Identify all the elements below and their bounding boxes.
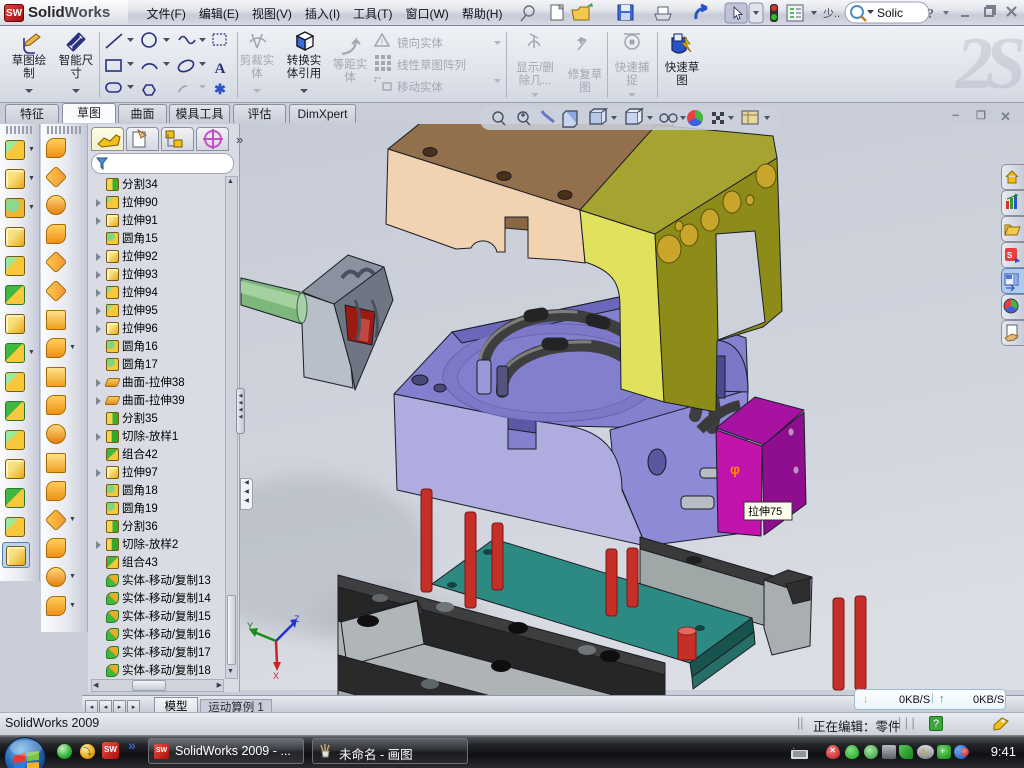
svg-text:转换实: 转换实 (287, 53, 322, 67)
svg-text:+: + (578, 36, 584, 47)
svg-text:S: S (1007, 251, 1013, 260)
svg-text:智能尺: 智能尺 (59, 53, 94, 67)
svg-text:!: ! (381, 37, 384, 47)
svg-text:体: 体 (251, 66, 263, 80)
svg-text:X: X (273, 671, 279, 681)
svg-text:Y: Y (247, 621, 253, 631)
svg-text:移动实体: 移动实体 (397, 80, 443, 94)
svg-text:剪裁实: 剪裁实 (240, 53, 275, 67)
svg-text:A: A (215, 61, 226, 77)
svg-text:除几...: 除几... (519, 73, 552, 87)
svg-text:图: 图 (579, 81, 591, 94)
svg-text:等距实: 等距实 (333, 57, 368, 71)
svg-text:少..: 少.. (823, 7, 840, 20)
svg-text:Solic: Solic (877, 6, 903, 20)
svg-text:体引用: 体引用 (287, 66, 322, 80)
svg-text:快速草: 快速草 (665, 61, 700, 74)
svg-text:制: 制 (23, 67, 35, 80)
svg-text:线性草图阵列: 线性草图阵列 (397, 58, 466, 72)
svg-text:✱: ✱ (214, 81, 226, 97)
svg-text:»: » (236, 132, 243, 147)
svg-text:镜向实体: 镜向实体 (397, 36, 443, 50)
svg-text:快速捕: 快速捕 (615, 60, 650, 74)
svg-text:捉: 捉 (626, 73, 638, 87)
svg-text:Z: Z (294, 614, 300, 624)
svg-text:图: 图 (676, 74, 688, 87)
svg-text:修复草: 修复草 (568, 67, 603, 81)
svg-text:φ: φ (730, 461, 740, 477)
svg-text:体: 体 (344, 70, 356, 84)
svg-text:?: ? (927, 7, 934, 22)
svg-text:拉伸75: 拉伸75 (748, 504, 782, 518)
svg-text:草图绘: 草图绘 (12, 53, 47, 67)
svg-text:显示/删: 显示/删 (516, 61, 554, 74)
svg-text:寸: 寸 (70, 66, 82, 80)
